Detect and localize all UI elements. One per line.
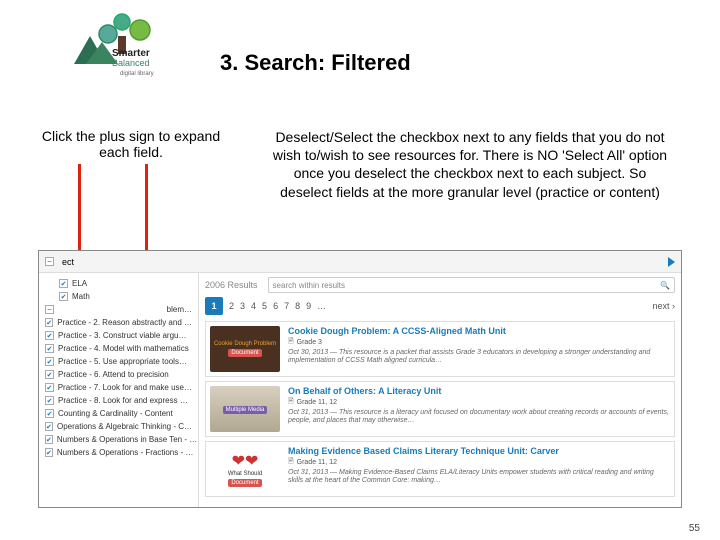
page-icon: 🗎 [288,337,294,348]
page-link[interactable]: 4 [251,301,256,311]
filter-item[interactable]: Practice - 7. Look for and make use… [45,381,192,394]
checkbox-icon[interactable] [59,292,68,301]
page-link[interactable]: 5 [262,301,267,311]
filter-item[interactable]: Practice - 6. Attend to precision [45,368,192,381]
search-icon[interactable]: 🔍 [660,281,670,290]
result-title[interactable]: Cookie Dough Problem: A CCSS-Aligned Mat… [288,326,670,336]
filter-item[interactable]: Practice - 8. Look for and express … [45,394,192,407]
svg-text:digital library: digital library [120,71,154,77]
checkbox-icon[interactable] [45,383,54,392]
media-badge: Multiple Media [223,406,268,414]
page-link[interactable]: 8 [295,301,300,311]
subject-ela[interactable]: ELA [45,277,192,290]
expand-row[interactable]: − blem… [45,303,192,316]
result-thumb: Multiple Media [210,386,280,432]
arrow-icon [668,257,675,267]
page-link[interactable]: 6 [273,301,278,311]
page-next[interactable]: next › [652,301,675,311]
filter-item[interactable]: Numbers & Operations in Base Ten - … [45,433,192,446]
svg-text:Balanced: Balanced [112,58,150,68]
search-input[interactable]: search within results 🔍 [268,277,675,293]
checkbox-icon[interactable] [45,409,54,418]
heart-icon: ❤❤ [232,451,259,471]
page-link[interactable]: 7 [284,301,289,311]
results-main: 2006 Results search within results 🔍 1 2… [199,273,681,508]
result-thumb: Cookie Dough Problem Document [210,326,280,372]
checkbox-icon[interactable] [45,422,53,431]
page-icon: 🗎 [288,457,294,468]
slide-title: 3. Search: Filtered [220,50,411,76]
page-link[interactable]: 3 [240,301,245,311]
filter-item[interactable]: Practice - 2. Reason abstractly and … [45,316,192,329]
collapse-icon[interactable]: − [45,257,54,266]
page-number: 55 [689,523,700,534]
checkbox-icon[interactable] [45,344,54,353]
result-item[interactable]: Cookie Dough Problem Document Cookie Dou… [205,321,675,377]
checkbox-icon[interactable] [45,435,53,444]
right-instruction: Deselect/Select the checkbox next to any… [270,128,670,201]
minus-icon[interactable]: − [45,305,54,314]
pagination: 1 2 3 4 5 6 7 8 9 … next › [205,297,675,315]
filter-item[interactable]: Practice - 4. Model with mathematics [45,342,192,355]
filter-item[interactable]: Operations & Algebraic Thinking - C… [45,420,192,433]
header-fragment: ect [62,257,74,267]
result-item[interactable]: Multiple Media On Behalf of Others: A Li… [205,381,675,437]
page-current: 1 [205,297,223,315]
filter-item[interactable]: Practice - 3. Construct viable argu… [45,329,192,342]
result-thumb: ❤❤ What Should Document [210,446,280,492]
checkbox-icon[interactable] [45,331,54,340]
checkbox-icon[interactable] [45,318,53,327]
result-item[interactable]: ❤❤ What Should Document Making Evidence … [205,441,675,497]
page-link[interactable]: 9 [306,301,311,311]
result-title[interactable]: Making Evidence Based Claims Literary Te… [288,446,670,456]
page-link[interactable]: 2 [229,301,234,311]
results-count: 2006 Results [205,280,258,290]
filter-sidebar: ELA Math − blem… Practice - 2. Reason ab… [39,273,199,508]
filter-item[interactable]: Practice - 5. Use appropriate tools… [45,355,192,368]
media-badge: Document [228,479,261,487]
checkbox-icon[interactable] [45,357,54,366]
filter-item[interactable]: Counting & Cardinality - Content [45,407,192,420]
subject-math[interactable]: Math [45,290,192,303]
app-screenshot: − ect ELA Math − blem… Practice - 2. Rea… [38,250,682,508]
logo: Smarter Balanced digital library [60,8,180,78]
left-instruction: Click the plus sign to expand each field… [36,128,226,160]
checkbox-icon[interactable] [45,448,53,457]
result-title[interactable]: On Behalf of Others: A Literacy Unit [288,386,670,396]
page-ellipsis: … [317,301,326,311]
checkbox-icon[interactable] [45,396,54,405]
app-header: − ect [39,251,681,273]
media-badge: Document [228,349,261,357]
filter-item[interactable]: Numbers & Operations - Fractions - … [45,446,192,459]
checkbox-icon[interactable] [59,279,68,288]
page-icon: 🗎 [288,397,294,408]
checkbox-icon[interactable] [45,370,54,379]
